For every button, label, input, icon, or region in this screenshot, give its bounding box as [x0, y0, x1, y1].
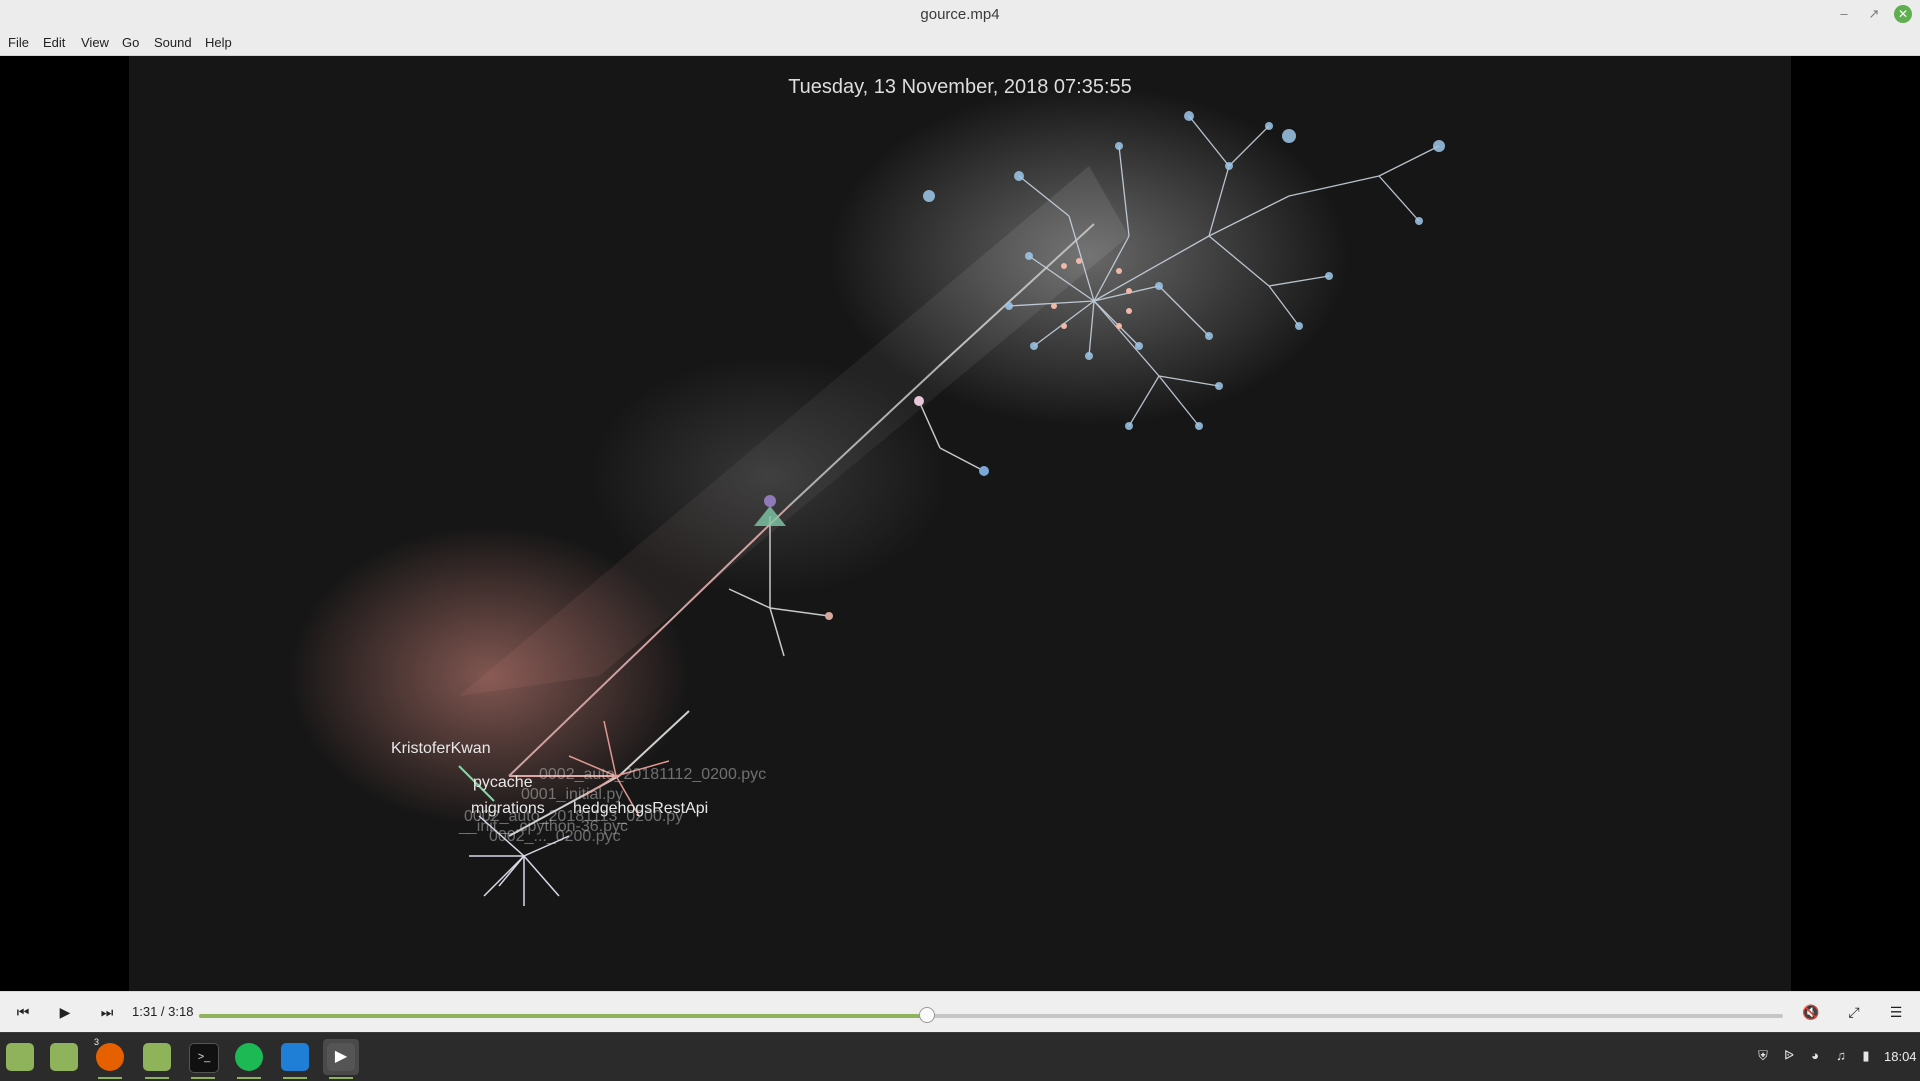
window-title: gource.mp4: [920, 6, 1000, 23]
spotify-running-indicator: [237, 1077, 261, 1079]
menu-edit[interactable]: Edit: [43, 35, 65, 50]
menu-sound[interactable]: Sound: [154, 35, 192, 50]
terminal-icon: >_: [189, 1043, 219, 1073]
taskbar-spotify[interactable]: [231, 1039, 267, 1079]
terminal-running-indicator: [191, 1077, 215, 1079]
media-player-running-indicator: [329, 1077, 353, 1079]
firefox-window-count: 3: [94, 1037, 100, 1047]
gource-visualization: [289, 86, 1445, 906]
user-label: KristoferKwan: [391, 740, 491, 757]
seek-bar-progress: [199, 1014, 927, 1018]
menu-view[interactable]: View: [81, 35, 109, 50]
show-desktop-icon: [50, 1043, 78, 1071]
seek-bar-handle[interactable]: [919, 1007, 935, 1023]
next-icon[interactable]: ⏭: [96, 1001, 118, 1023]
menu-bar: File Edit View Go Sound Help: [0, 30, 1920, 56]
shield-icon[interactable]: ⛨: [1754, 1047, 1772, 1065]
spotify-icon: [235, 1043, 263, 1071]
file-label-4: 0002_auto_20181113_0200.py: [464, 808, 684, 825]
firefox-icon: [96, 1043, 124, 1071]
file-label-3: 0001_initial.py: [521, 786, 624, 803]
clock[interactable]: 18:04: [1884, 1049, 1917, 1064]
files-icon: [143, 1043, 171, 1071]
volume-muted-icon[interactable]: 🔇: [1800, 1001, 1822, 1023]
taskbar-media-player[interactable]: ▶: [323, 1039, 359, 1079]
fullscreen-icon[interactable]: ⤢: [1843, 1001, 1865, 1023]
bluetooth-icon[interactable]: ᐉ: [1780, 1047, 1798, 1065]
hamburger-menu-icon[interactable]: ☰: [1885, 1001, 1907, 1023]
taskbar-menu-button[interactable]: [2, 1039, 38, 1075]
close-button[interactable]: ✕: [1894, 5, 1912, 23]
taskbar-firefox[interactable]: 3: [92, 1037, 128, 1079]
seek-bar[interactable]: [199, 1007, 1783, 1023]
file-label-1: 0002_auto_20181112_0200.pyc: [539, 766, 767, 783]
video-datestamp: Tuesday, 13 November, 2018 07:35:55: [788, 76, 1132, 98]
title-bar: gource.mp4 – ↗ ✕: [0, 0, 1920, 30]
battery-icon[interactable]: ▮: [1857, 1047, 1875, 1065]
taskbar-files[interactable]: [139, 1039, 175, 1079]
vscode-icon: [281, 1043, 309, 1071]
sound-icon[interactable]: ♫: [1832, 1047, 1850, 1065]
file-label-5: 0002_..._0200.pyc: [489, 828, 621, 845]
menu-help[interactable]: Help: [205, 35, 232, 50]
taskbar-vscode[interactable]: [277, 1039, 313, 1079]
playback-controls: ⏮ ▶ ⏭ 1:31 / 3:18 🔇 ⤢ ☰: [0, 991, 1920, 1032]
menu-go[interactable]: Go: [122, 35, 139, 50]
play-icon[interactable]: ▶: [54, 1001, 76, 1023]
video-area[interactable]: Tuesday, 13 November, 2018 07:35:55 Kris…: [0, 56, 1920, 991]
minimize-button[interactable]: –: [1834, 4, 1854, 24]
time-display: 1:31 / 3:18: [132, 1004, 194, 1019]
menu-icon: [6, 1043, 34, 1071]
taskbar-terminal[interactable]: >_: [185, 1039, 221, 1079]
taskbar-show-desktop[interactable]: [46, 1039, 82, 1075]
taskbar: 3 >_ ▶ ⛨ ᐉ ◕ ♫ ▮ 18:04: [0, 1032, 1920, 1081]
video-frame[interactable]: Tuesday, 13 November, 2018 07:35:55 Kris…: [129, 56, 1791, 991]
firefox-running-indicator: [98, 1077, 122, 1079]
files-running-indicator: [145, 1077, 169, 1079]
menu-file[interactable]: File: [8, 35, 29, 50]
vscode-running-indicator: [283, 1077, 307, 1079]
maximize-button[interactable]: ↗: [1864, 4, 1884, 24]
media-player-icon: ▶: [327, 1043, 355, 1071]
wifi-icon[interactable]: ◕: [1806, 1047, 1824, 1065]
previous-icon[interactable]: ⏮: [12, 1001, 34, 1023]
